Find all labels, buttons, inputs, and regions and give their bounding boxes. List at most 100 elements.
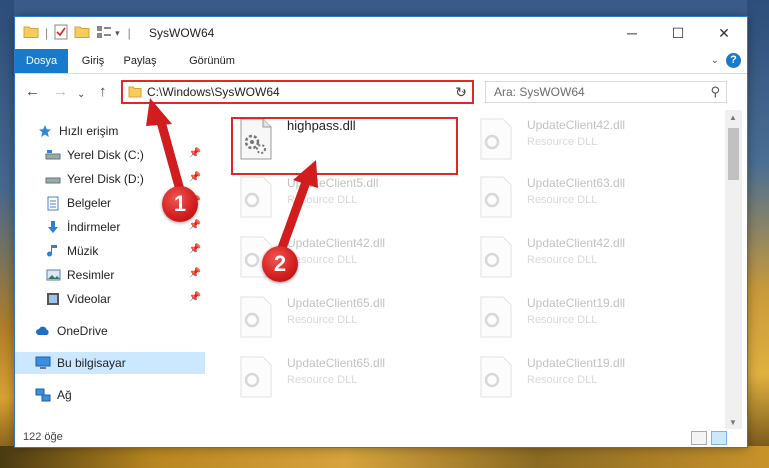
help-icon[interactable]: ? <box>726 53 741 68</box>
refresh-icon[interactable]: ↻ <box>452 83 470 101</box>
pin-icon: 📌 <box>188 172 201 183</box>
file-item[interactable]: UpdateClient19.dll Resource DLL <box>475 350 703 408</box>
expand-ribbon-icon[interactable]: ⌄ <box>711 55 719 66</box>
dll-file-icon <box>479 296 513 341</box>
qa-separator: | <box>45 26 49 40</box>
file-name: UpdateClient19.dll <box>527 296 626 310</box>
tab-dosya[interactable]: Dosya <box>15 49 68 73</box>
dll-file-icon <box>479 118 513 163</box>
file-type: Resource DLL <box>287 314 358 326</box>
up-icon[interactable]: ↑ <box>99 84 107 100</box>
sidebar-item-label: Hızlı erişim <box>59 124 119 138</box>
search-icon[interactable]: ⚲ <box>710 84 720 100</box>
file-item[interactable]: UpdateClient42.dll Resource DLL <box>475 112 703 170</box>
pin-icon: 📌 <box>188 292 201 303</box>
dll-file-icon <box>479 176 513 221</box>
file-name: UpdateClient42.dll <box>527 118 626 132</box>
vertical-scrollbar[interactable]: ▲ ▼ <box>725 110 742 430</box>
minimize-button[interactable]: ─ <box>609 17 655 49</box>
new-folder-icon[interactable] <box>74 25 90 42</box>
address-path: C:\Windows\SysWOW64 <box>147 85 280 99</box>
file-highlight-box <box>231 117 458 175</box>
sidebar-item-quick-access[interactable]: Hızlı erişim <box>15 120 205 142</box>
drive-icon <box>45 147 61 163</box>
file-name: UpdateClient42.dll <box>287 236 386 250</box>
navigation-bar: ← → ⌄ ↑ C:\Windows\SysWOW64 ⌄ ↻ Ara: Sys… <box>15 74 747 110</box>
quick-access-toolbar: | ▾ | <box>23 24 131 42</box>
file-name: UpdateClient42.dll <box>527 236 626 250</box>
documents-icon <box>45 195 61 211</box>
recent-locations-icon[interactable]: ⌄ <box>77 87 85 103</box>
file-name: UpdateClient65.dll <box>287 356 386 370</box>
music-icon <box>45 243 61 259</box>
pin-icon: 📌 <box>188 244 201 255</box>
pictures-icon <box>45 267 61 283</box>
maximize-button[interactable]: ☐ <box>655 17 701 49</box>
file-item[interactable]: UpdateClient42.dll Resource DLL <box>475 230 703 288</box>
sidebar-item-this-pc[interactable]: Bu bilgisayar <box>15 352 205 374</box>
view-options-icon[interactable] <box>96 25 112 42</box>
sidebar-item-network[interactable]: Ağ <box>15 384 205 406</box>
address-bar[interactable]: C:\Windows\SysWOW64 ⌄ <box>121 80 474 104</box>
file-type: Resource DLL <box>527 314 598 326</box>
file-name: UpdateClient5.dll <box>287 176 379 190</box>
search-input[interactable]: Ara: SysWOW64 ⚲ <box>485 81 727 103</box>
file-type: Resource DLL <box>287 194 358 206</box>
sidebar-item-music[interactable]: Müzik 📌 <box>15 240 205 262</box>
scroll-down-icon[interactable]: ▼ <box>729 418 737 427</box>
large-icons-view-icon[interactable] <box>711 431 727 445</box>
tab-paylas[interactable]: Paylaş <box>117 49 163 73</box>
address-folder-icon <box>128 86 142 101</box>
file-item[interactable]: UpdateClient19.dll Resource DLL <box>475 290 703 348</box>
sidebar-item-label: Yerel Disk (D:) <box>67 172 144 186</box>
computer-icon <box>35 355 51 371</box>
title-bar: | ▾ | SysWOW64 ─ ☐ ✕ <box>15 17 747 49</box>
callout-badge-1: 1 <box>162 186 198 222</box>
tab-gorunum[interactable]: Görünüm <box>181 49 243 73</box>
dll-file-icon <box>239 356 273 401</box>
sidebar-item-onedrive[interactable]: OneDrive <box>15 320 205 342</box>
pin-icon: 📌 <box>188 268 201 279</box>
file-name: UpdateClient19.dll <box>527 356 626 370</box>
back-icon[interactable]: ← <box>25 84 40 100</box>
star-icon <box>37 123 53 139</box>
sidebar-item-label: Belgeler <box>67 196 112 210</box>
sidebar-item-pictures[interactable]: Resimler 📌 <box>15 264 205 286</box>
desktop-wallpaper-bottom <box>0 446 769 468</box>
explorer-window: | ▾ | SysWOW64 ─ ☐ ✕ Dosya Giriş Paylaş … <box>14 16 748 448</box>
close-button[interactable]: ✕ <box>701 17 747 49</box>
dll-file-icon <box>479 236 513 281</box>
file-name: UpdateClient63.dll <box>527 176 626 190</box>
details-view-icon[interactable] <box>691 431 707 445</box>
file-type: Resource DLL <box>527 194 598 206</box>
download-icon <box>45 219 61 235</box>
qa-separator-2: | <box>127 26 131 40</box>
callout-badge-2: 2 <box>262 246 298 282</box>
scroll-up-icon[interactable]: ▲ <box>729 113 737 122</box>
tab-giris[interactable]: Giriş <box>73 49 113 73</box>
item-count: 122 öğe <box>23 431 63 443</box>
sidebar-item-label: Ağ <box>57 388 72 402</box>
ribbon-tabs: Dosya Giriş Paylaş Görünüm ⌄ ? <box>15 49 747 74</box>
file-item[interactable]: UpdateClient5.dll Resource DLL <box>235 170 463 228</box>
scroll-thumb[interactable] <box>728 128 739 180</box>
forward-icon[interactable]: → <box>53 84 68 100</box>
pin-icon: 📌 <box>188 220 201 231</box>
window-title: SysWOW64 <box>149 26 215 40</box>
sidebar-item-label: OneDrive <box>57 324 108 338</box>
file-type: Resource DLL <box>527 374 598 386</box>
desktop-wallpaper-right <box>747 0 769 468</box>
customize-qa-icon[interactable]: ▾ <box>115 28 120 39</box>
folder-icon <box>23 25 39 42</box>
file-type: Resource DLL <box>527 136 598 148</box>
navigation-pane: Hızlı erişim Yerel Disk (C:) 📌 Yerel Dis… <box>15 110 205 430</box>
dll-file-icon <box>239 296 273 341</box>
file-item[interactable]: UpdateClient65.dll Resource DLL <box>235 350 463 408</box>
file-item[interactable]: UpdateClient65.dll Resource DLL <box>235 290 463 348</box>
sidebar-item-disk-c[interactable]: Yerel Disk (C:) 📌 <box>15 144 205 166</box>
sidebar-item-videos[interactable]: Videolar 📌 <box>15 288 205 310</box>
sidebar-item-label: Videolar <box>67 292 111 306</box>
sidebar-item-label: İndirmeler <box>67 220 121 234</box>
file-item[interactable]: UpdateClient63.dll Resource DLL <box>475 170 703 228</box>
properties-icon[interactable] <box>54 24 68 43</box>
